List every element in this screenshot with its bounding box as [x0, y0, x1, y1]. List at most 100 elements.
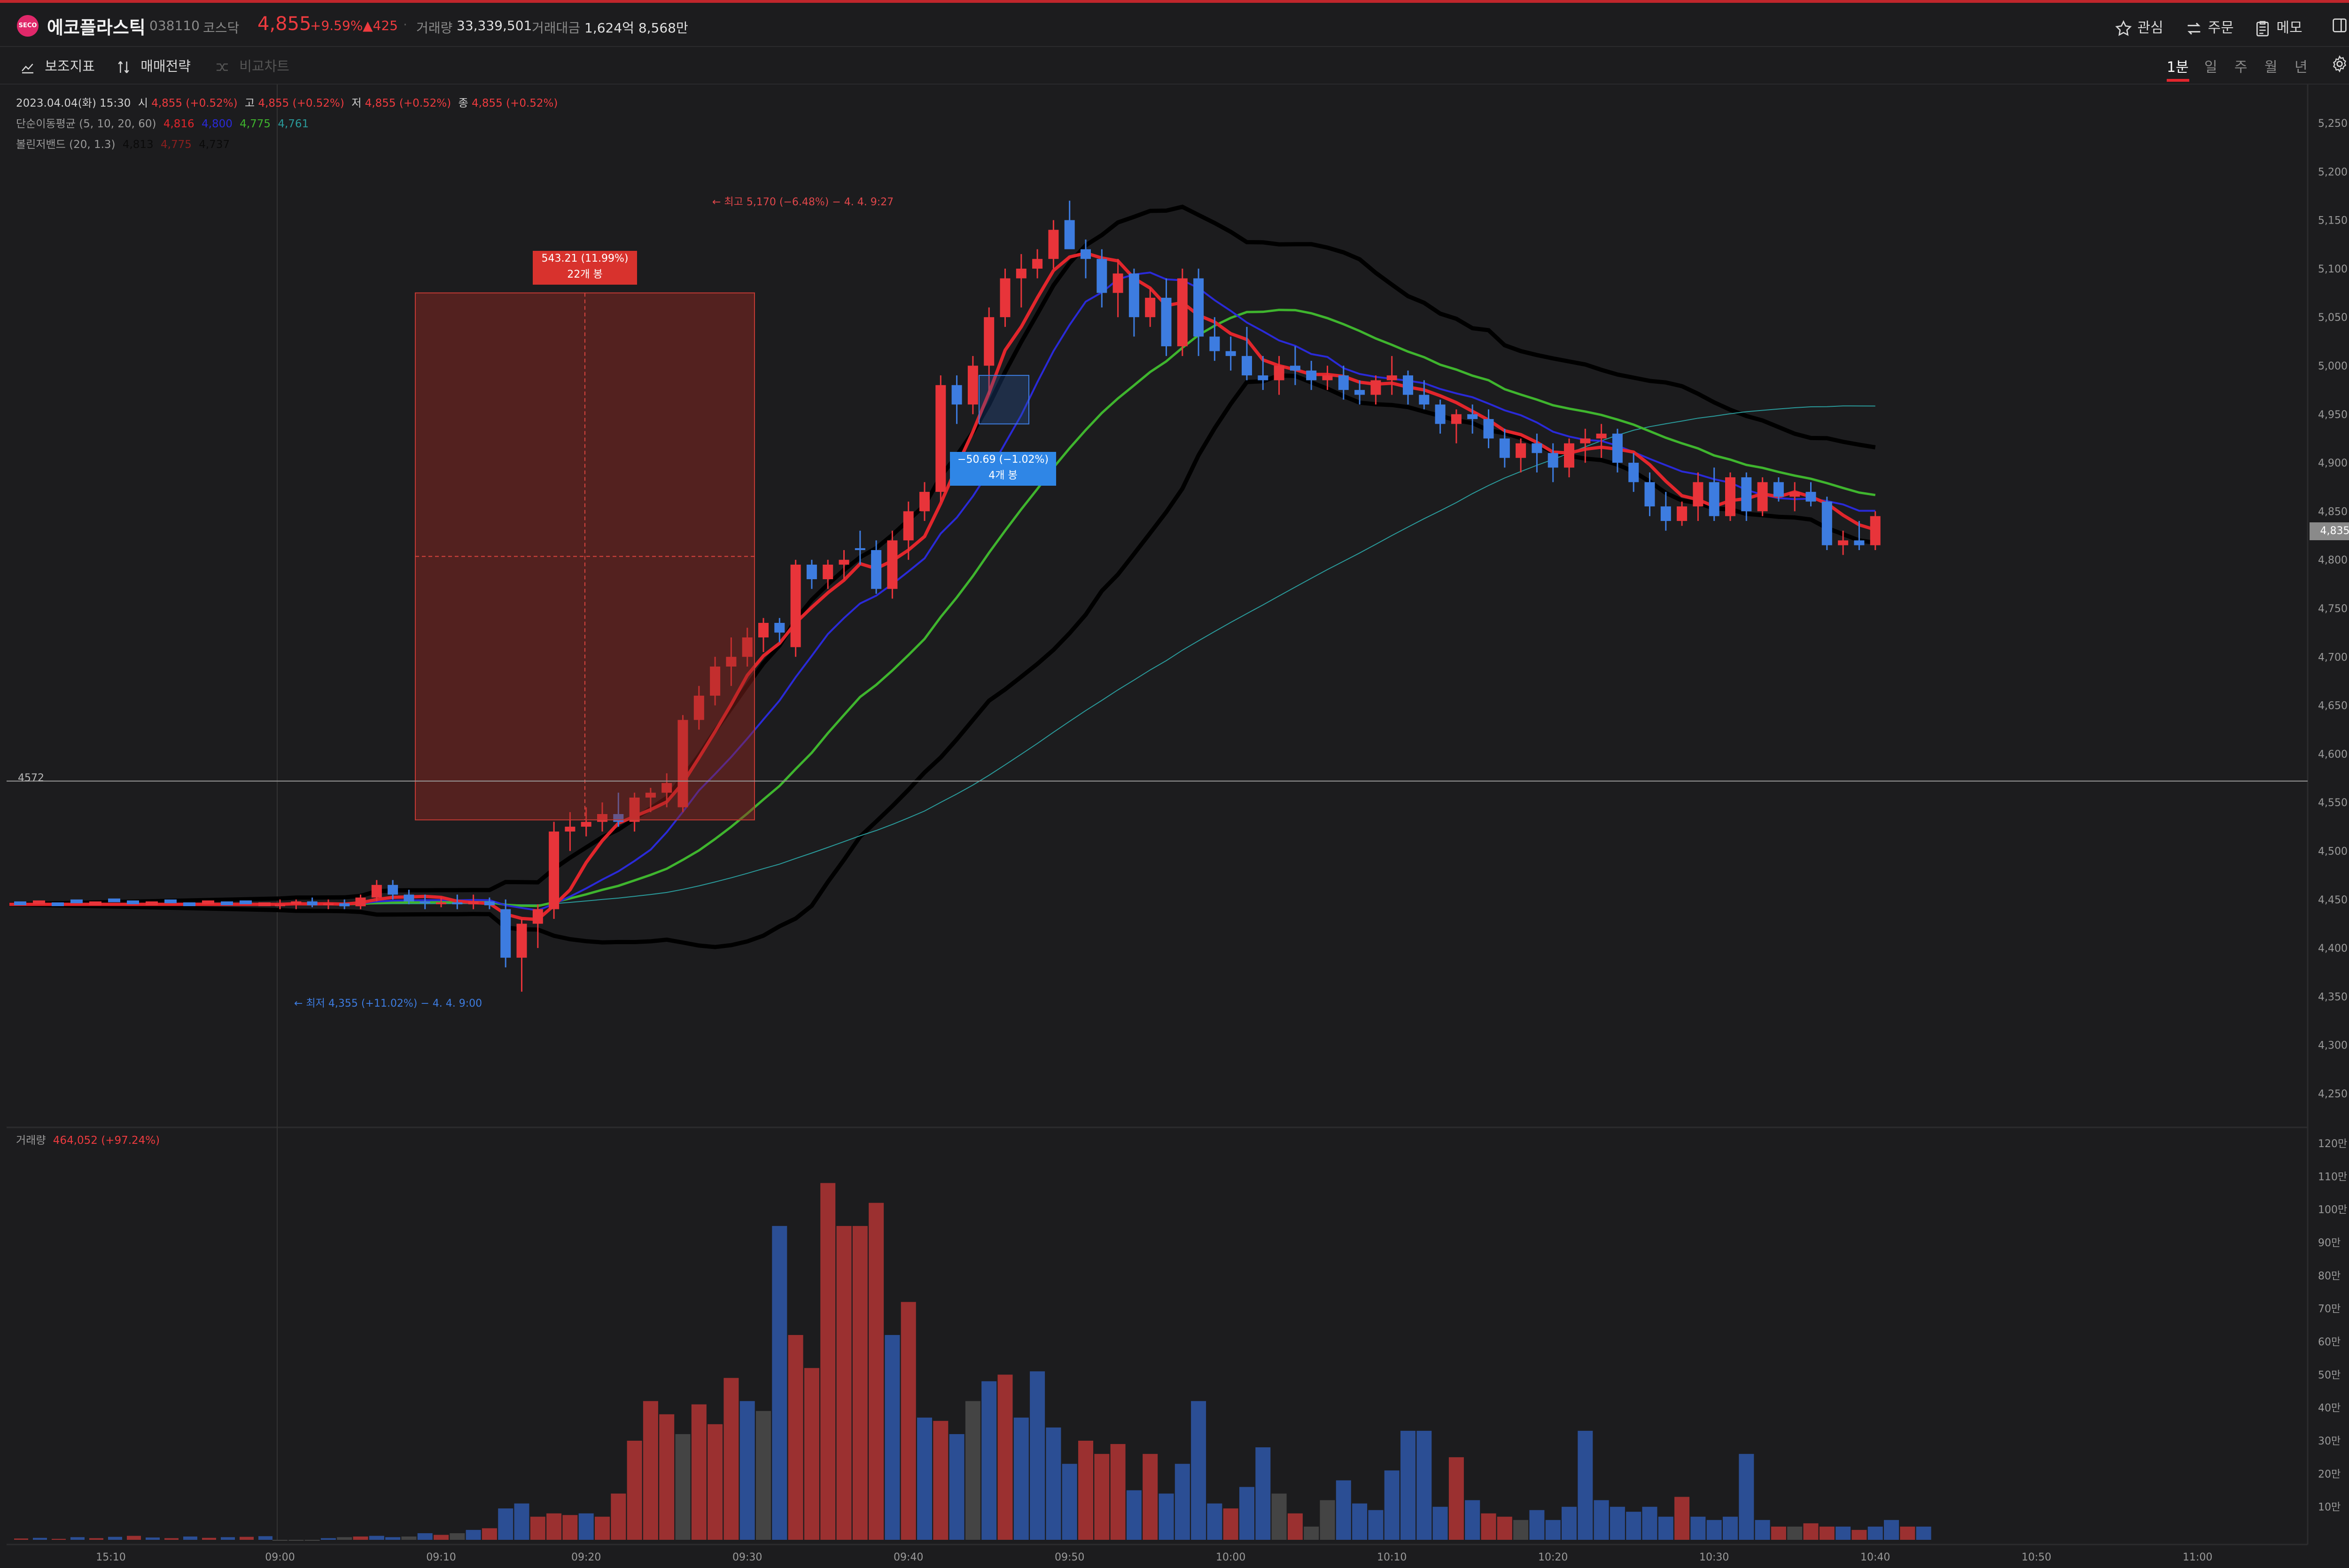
candle-body — [967, 365, 978, 405]
volume-legend[interactable]: 거래량 464,052 (+97.24%) — [16, 1131, 160, 1147]
measure-down-label: −50.69 (−1.02%) 4개 봉 — [950, 452, 1056, 486]
volume-bar — [1562, 1506, 1577, 1540]
candle-body — [1403, 375, 1413, 395]
volume-bar — [578, 1513, 594, 1540]
volume-tick-label: 80만 — [2318, 1270, 2341, 1282]
current-price-tag: 4,835 — [2310, 522, 2349, 540]
candle-body — [1741, 477, 1752, 512]
volume-bar — [1159, 1493, 1174, 1540]
volume-tick-label: 100만 — [2318, 1204, 2347, 1216]
legend-high: 4,855 (+0.52%) — [258, 97, 344, 109]
ma10-value: 4,800 — [202, 118, 233, 130]
candle-body — [516, 924, 527, 958]
volume-bar — [820, 1183, 836, 1540]
volume-tick-label: 20만 — [2318, 1468, 2341, 1480]
candle-body — [1789, 492, 1800, 497]
volume-bar — [1432, 1506, 1448, 1540]
candle-body — [1483, 419, 1494, 439]
candle-body — [1258, 375, 1268, 380]
candle-body — [887, 540, 898, 589]
candle-body — [565, 826, 576, 832]
watch-button[interactable]: 관심 — [2114, 16, 2163, 38]
candle-body — [1499, 438, 1510, 458]
volume-bar — [1481, 1513, 1496, 1540]
candle-body — [581, 822, 591, 827]
candle-body — [1419, 395, 1430, 405]
prior-volume-bar — [202, 1537, 216, 1540]
period-year[interactable]: 년 — [2295, 55, 2308, 76]
candle-body — [1725, 477, 1735, 516]
time-tick-label: 09:50 — [1055, 1552, 1084, 1563]
candle-body — [1016, 268, 1027, 279]
candle-body — [500, 909, 511, 958]
price-volume-chart[interactable]: 5,250 5,200 5,150 5,100 5,050 5,000 4,950 4,900… — [0, 85, 2349, 1568]
candle-body — [1032, 259, 1043, 269]
amount-value: 1,624억 8,568만 — [584, 20, 688, 36]
volume-bar — [466, 1529, 481, 1540]
candle-body — [1435, 404, 1446, 424]
volume-bar — [1304, 1526, 1319, 1540]
candle-body — [1677, 506, 1688, 521]
volume-bar — [788, 1335, 803, 1540]
ma-legend[interactable]: 단순이동평균 (5, 10, 20, 60) 4,816 4,800 4,775… — [16, 115, 309, 131]
volume-bar — [1900, 1526, 1915, 1540]
prior-session-candle — [146, 901, 158, 905]
candle-body — [1516, 443, 1526, 458]
chart-settings-button[interactable] — [2330, 54, 2349, 75]
candle-body — [1532, 443, 1542, 453]
period-month[interactable]: 월 — [2264, 55, 2278, 76]
volume-tick-label: 10만 — [2318, 1502, 2341, 1514]
volume-bar — [1465, 1500, 1480, 1540]
volume-bar — [1545, 1520, 1561, 1540]
low-price-note: ← 최저 4,355 (+11.02%) − 4. 4. 9:00 — [294, 998, 482, 1009]
order-label: 주문 — [2208, 20, 2234, 36]
candle-body — [1064, 220, 1075, 249]
volume-tick-label: 60만 — [2318, 1336, 2341, 1348]
volume-bar — [1191, 1401, 1206, 1540]
order-button[interactable]: 주문 — [2185, 16, 2234, 38]
candle-body — [1644, 482, 1655, 507]
period-week[interactable]: 주 — [2234, 55, 2248, 76]
bb-legend[interactable]: 볼린저밴드 (20, 1.3) 4,813 4,775 4,737 — [16, 135, 230, 151]
volume-bar — [562, 1515, 578, 1540]
clipboard-icon — [2256, 21, 2269, 36]
price-tick-label: 5,000 — [2318, 360, 2348, 372]
volume-bar — [1658, 1516, 1673, 1540]
volume-label: 거래량 — [416, 20, 453, 36]
candle-body — [790, 565, 801, 647]
candle-body — [839, 559, 849, 565]
indicator-button[interactable]: 보조지표 — [19, 55, 95, 76]
prior-session-candle — [221, 901, 233, 905]
compare-button[interactable]: 비교차트 — [213, 55, 289, 76]
volume-bar — [611, 1493, 626, 1540]
volume-tick-label: 40만 — [2318, 1403, 2341, 1414]
volume-tick-label: 110만 — [2318, 1171, 2347, 1183]
memo-button[interactable]: 메모 — [2253, 16, 2302, 38]
volume-bar — [643, 1401, 658, 1540]
volume-value: 33,339,501 — [457, 18, 532, 33]
period-day[interactable]: 일 — [2204, 55, 2217, 76]
volume-bar — [288, 1540, 304, 1541]
candle-body — [823, 565, 833, 580]
prior-session-candle — [258, 902, 271, 907]
volume-bar — [1739, 1454, 1754, 1540]
bb-legend-label: 볼린저밴드 (20, 1.3) — [16, 139, 116, 151]
horizontal-line-label: 4572 — [18, 772, 44, 784]
measure-down-box — [979, 375, 1029, 425]
panel-toggle-button[interactable] — [2330, 16, 2349, 37]
measure-up-bars: 22개 봉 — [567, 269, 603, 280]
volume-bar — [1626, 1512, 1641, 1540]
legend-low-label: 저 — [351, 97, 362, 109]
prior-volume-bar — [70, 1537, 85, 1540]
candle-body — [1306, 370, 1317, 380]
legend-date: 2023.04.04(화) 15:30 — [16, 97, 131, 109]
volume-bar — [659, 1414, 675, 1540]
time-tick-label: 09:10 — [426, 1552, 456, 1563]
volume-legend-value: 464,052 (+97.24%) — [53, 1134, 160, 1147]
strategy-button[interactable]: 매매전략 — [115, 55, 191, 76]
volume-bar — [1126, 1490, 1142, 1540]
stock-name[interactable]: 에코플라스틱 — [47, 13, 146, 39]
candle-body — [1322, 375, 1333, 380]
volume-bar — [1448, 1457, 1464, 1540]
period-1min[interactable]: 1분 — [2167, 55, 2189, 76]
